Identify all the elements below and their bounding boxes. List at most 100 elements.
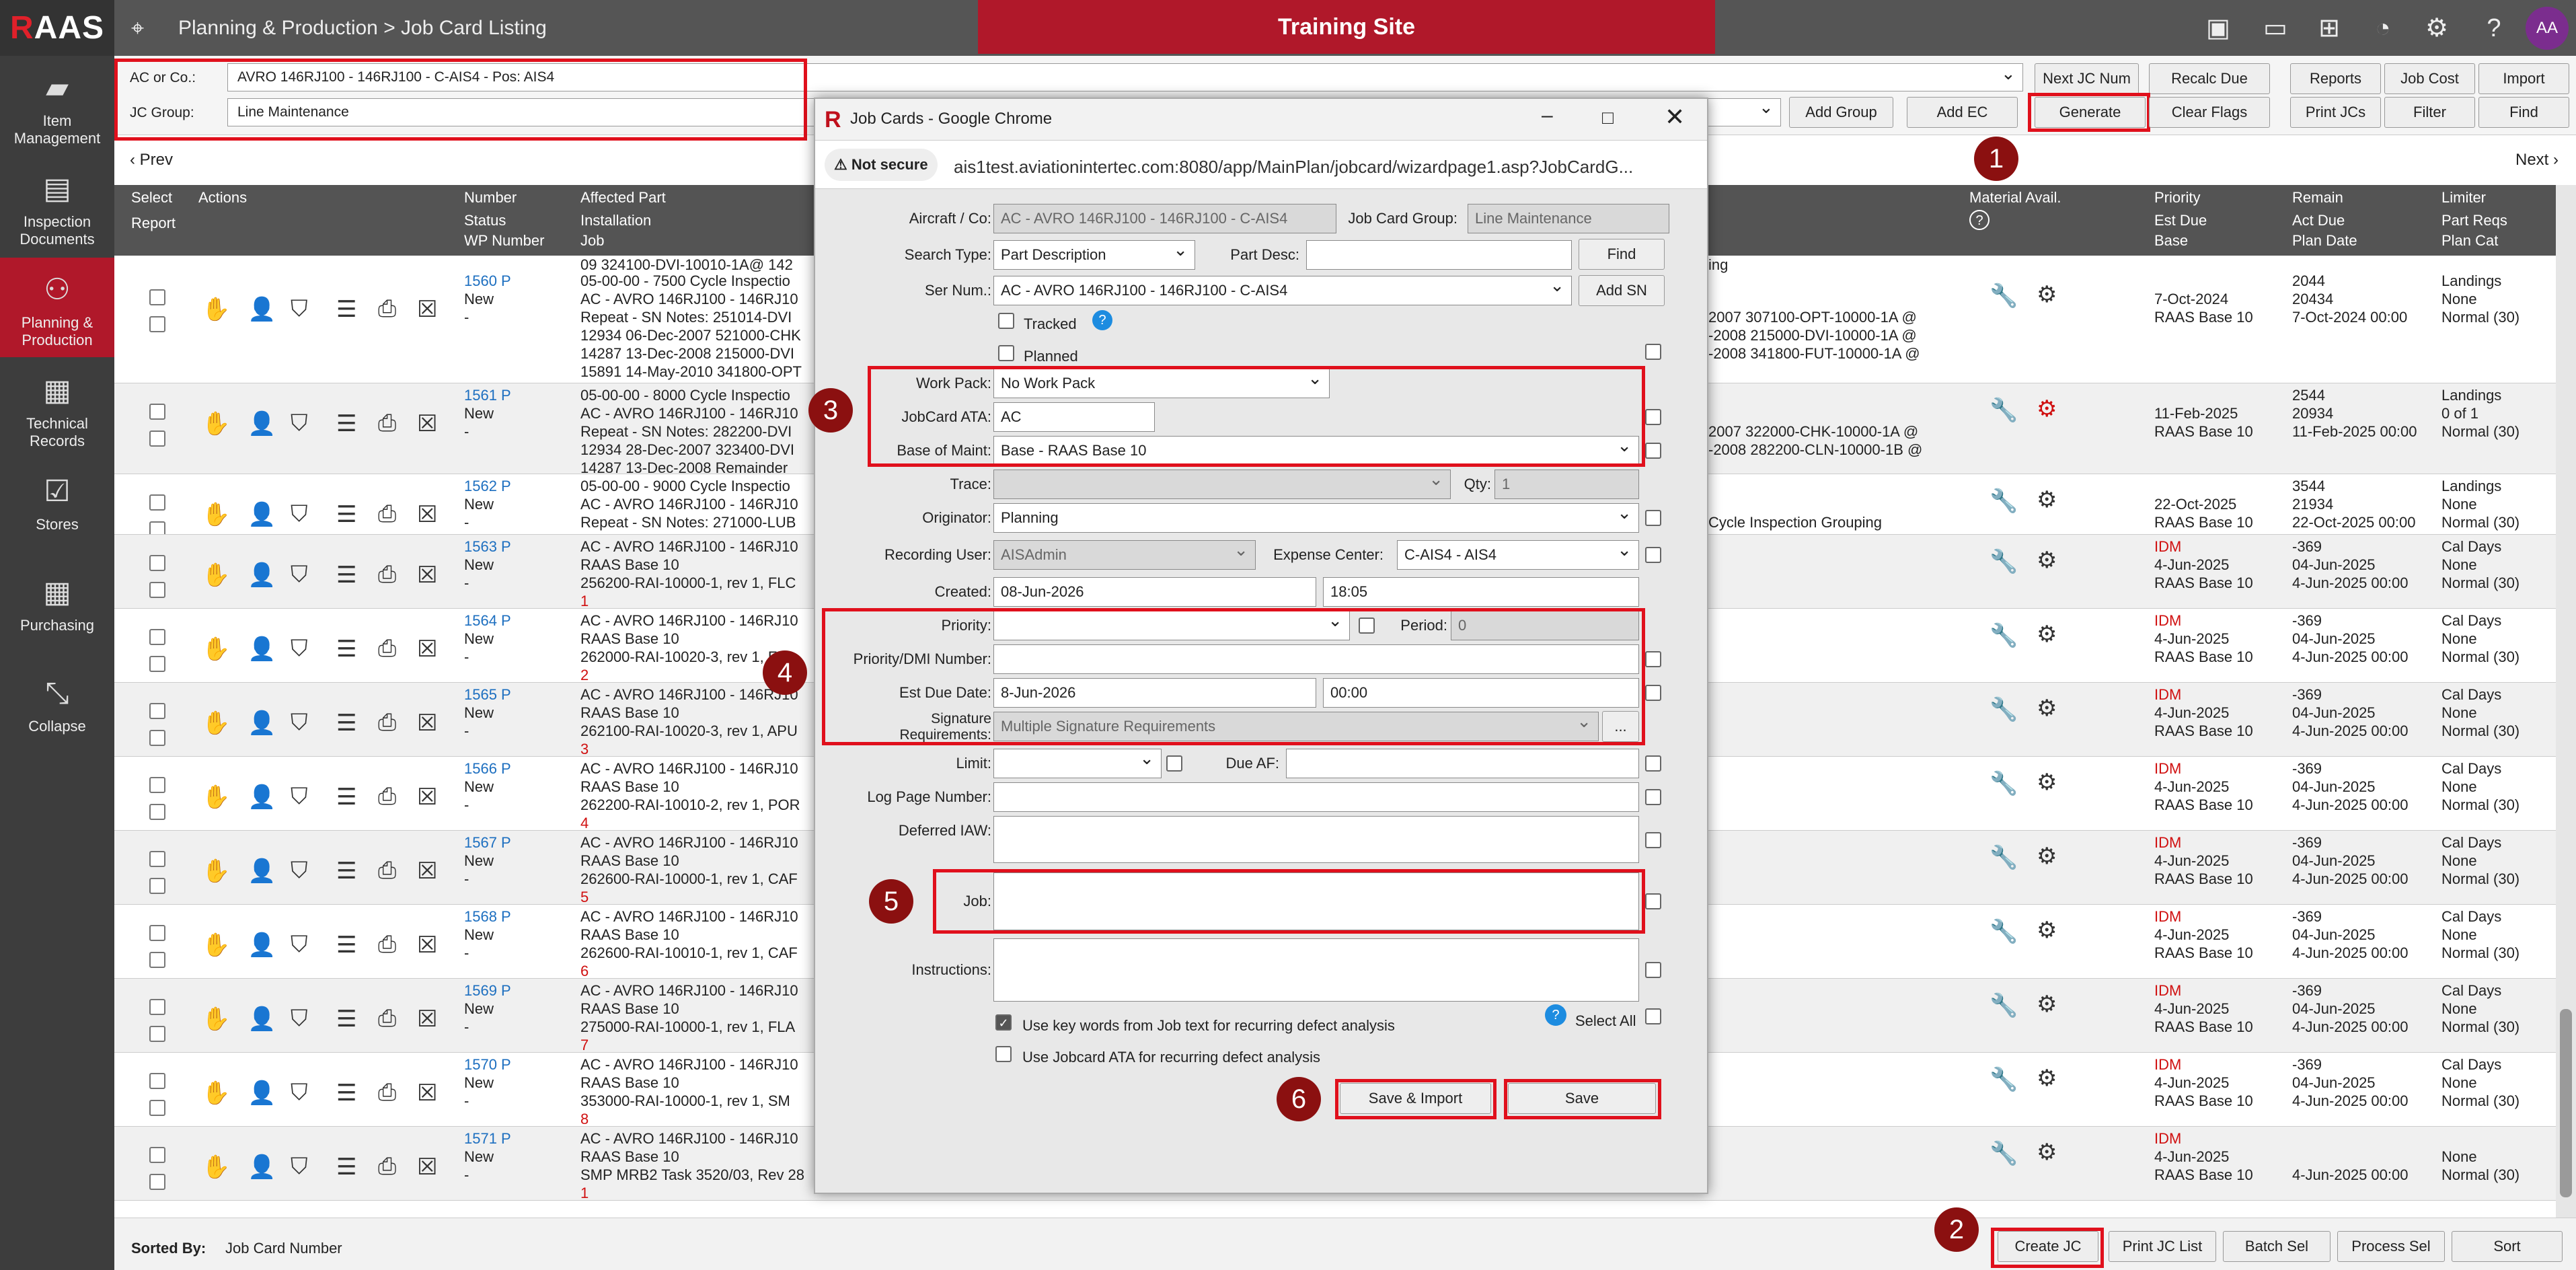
gear-icon[interactable]: ⚙ (2037, 695, 2057, 722)
created-date-input[interactable]: 08-Jun-2026 (993, 577, 1316, 607)
quick-sign-icon[interactable]: ✋ (202, 501, 230, 528)
keywords-checkbox[interactable]: ✓ (995, 1014, 1012, 1031)
shield-check-icon[interactable]: ⛉ (291, 932, 308, 958)
list-icon[interactable]: ☰ (336, 562, 356, 589)
wrench-icon[interactable]: 🔧 (1990, 696, 2018, 723)
select-checkbox[interactable] (1645, 443, 1661, 459)
job-card-number[interactable]: 1560 P (464, 272, 511, 290)
sidebar-item-collapse[interactable]: ⤡ Collapse (0, 661, 114, 761)
select-checkbox[interactable] (149, 404, 165, 420)
quick-sign-icon[interactable]: ✋ (202, 932, 230, 959)
search-type-select[interactable]: Part Description (993, 240, 1195, 270)
list-icon[interactable]: ☰ (336, 636, 356, 663)
delete-icon[interactable]: ☒ (417, 784, 437, 811)
id-card-icon[interactable]: ▣ (2199, 9, 2237, 47)
job-card-number[interactable]: 1566 P (464, 759, 511, 778)
delete-icon[interactable]: ☒ (417, 1080, 437, 1107)
recording-user-select[interactable]: AISAdmin (993, 540, 1256, 570)
user-check-icon[interactable]: 👤 (248, 1006, 276, 1033)
qty-input[interactable]: 1 (1494, 470, 1639, 499)
list-icon[interactable]: ☰ (336, 501, 356, 528)
job-card-number[interactable]: 1568 P (464, 907, 511, 926)
print-icon[interactable]: ⎙ (378, 710, 396, 736)
list-icon[interactable]: ☰ (336, 710, 356, 737)
quick-sign-icon[interactable]: ✋ (202, 784, 230, 811)
gear-icon[interactable]: ⚙ (2037, 917, 2057, 944)
shield-check-icon[interactable]: ⛉ (291, 296, 308, 322)
select-checkbox[interactable] (1645, 510, 1661, 526)
shield-check-icon[interactable]: ⛉ (291, 710, 308, 736)
close-icon[interactable]: ✕ (1665, 103, 1685, 131)
tracked-checkbox[interactable] (998, 313, 1014, 329)
user-check-icon[interactable]: 👤 (248, 636, 276, 663)
add-ec-button[interactable]: Add EC (1907, 97, 2018, 128)
select-checkbox[interactable] (149, 1147, 165, 1163)
user-check-icon[interactable]: 👤 (248, 710, 276, 737)
user-check-icon[interactable]: 👤 (248, 1080, 276, 1107)
clear-flags-button[interactable]: Clear Flags (2149, 97, 2270, 128)
planned-checkbox[interactable] (998, 345, 1014, 361)
select-checkbox[interactable] (149, 494, 165, 511)
user-check-icon[interactable]: 👤 (248, 784, 276, 811)
select-checkbox[interactable] (1645, 409, 1661, 425)
job-card-number[interactable]: 1564 P (464, 611, 511, 630)
sort-button[interactable]: Sort (2452, 1231, 2563, 1262)
shield-check-icon[interactable]: ⛉ (291, 636, 308, 662)
report-checkbox[interactable] (149, 1174, 165, 1190)
print-icon[interactable]: ⎙ (378, 1154, 396, 1180)
batch-sel-button[interactable]: Batch Sel (2223, 1231, 2331, 1262)
prev-link[interactable]: ‹ Prev (130, 151, 173, 170)
wrench-icon[interactable]: 🔧 (1990, 1140, 2018, 1167)
quick-sign-icon[interactable]: ✋ (202, 1080, 230, 1107)
minimize-icon[interactable]: – (1542, 104, 1553, 127)
add-group-button[interactable]: Add Group (1789, 97, 1893, 128)
recalc-due-button[interactable]: Recalc Due (2149, 63, 2270, 94)
report-checkbox[interactable] (149, 656, 165, 672)
quick-sign-icon[interactable]: ✋ (202, 858, 230, 885)
sidebar-item-technical-records[interactable]: ▦ Technical Records (0, 359, 114, 458)
print-icon[interactable]: ⎙ (378, 296, 396, 322)
find-button[interactable]: Find (2478, 97, 2569, 128)
job-card-number[interactable]: 1562 P (464, 477, 511, 495)
select-checkbox[interactable] (1645, 685, 1661, 701)
report-checkbox[interactable] (149, 316, 165, 332)
job-card-number[interactable]: 1565 P (464, 685, 511, 704)
job-card-number[interactable]: 1569 P (464, 981, 511, 1000)
settings-icon[interactable]: ⚙ (2418, 9, 2456, 47)
job-cost-button[interactable]: Job Cost (2384, 63, 2475, 94)
list-icon[interactable]: ☰ (336, 1154, 356, 1181)
sidebar-item-planning-production[interactable]: ⚇ Planning & Production (0, 258, 114, 357)
print-icon[interactable]: ⎙ (378, 562, 396, 588)
shield-check-icon[interactable]: ⛉ (291, 410, 308, 437)
shield-check-icon[interactable]: ⛉ (291, 562, 308, 588)
next-link[interactable]: Next › (2515, 151, 2559, 170)
report-checkbox[interactable] (149, 952, 165, 968)
part-desc-input[interactable] (1306, 240, 1572, 270)
select-checkbox[interactable] (1645, 789, 1661, 805)
list-icon[interactable]: ☰ (336, 1006, 356, 1033)
print-icon[interactable]: ⎙ (378, 1006, 396, 1032)
print-icon[interactable]: ⎙ (378, 501, 396, 527)
help-icon[interactable]: ? (1969, 210, 1990, 230)
print-icon[interactable]: ⎙ (378, 932, 396, 958)
delete-icon[interactable]: ☒ (417, 636, 437, 663)
user-check-icon[interactable]: 👤 (248, 858, 276, 885)
shield-check-icon[interactable]: ⛉ (291, 1006, 308, 1032)
sidebar-item-purchasing[interactable]: ▦ Purchasing (0, 560, 114, 660)
find-button[interactable]: Find (1579, 239, 1665, 270)
log-page-input[interactable] (993, 782, 1639, 812)
binoculars-icon[interactable]: ⌖ (131, 9, 165, 47)
reports-button[interactable]: Reports (2290, 63, 2381, 94)
raas-logo[interactable]: RAAS (0, 0, 114, 56)
delete-icon[interactable]: ☒ (417, 501, 437, 528)
report-checkbox[interactable] (149, 730, 165, 746)
not-secure-badge[interactable]: ⚠ Not secure (825, 149, 938, 181)
wrench-icon[interactable]: 🔧 (1990, 397, 2018, 424)
list-icon[interactable]: ☰ (336, 784, 356, 811)
user-check-icon[interactable]: 👤 (248, 296, 276, 323)
sidebar-item-item-management[interactable]: ▰ Item Management (0, 56, 114, 155)
pie-chart-icon[interactable]: ◔ (2364, 9, 2402, 47)
import-button[interactable]: Import (2478, 63, 2569, 94)
avatar[interactable]: AA (2526, 7, 2569, 50)
report-checkbox[interactable] (149, 878, 165, 894)
